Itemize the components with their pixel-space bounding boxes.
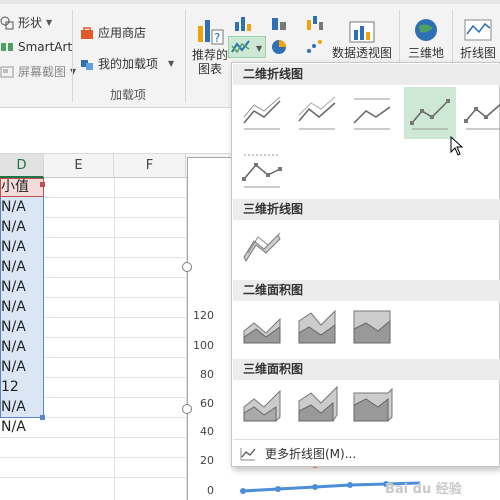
shapes-icon: [0, 16, 14, 29]
column-header-f[interactable]: F: [114, 154, 186, 178]
column-header-d[interactable]: D: [0, 154, 44, 178]
app-store-button[interactable]: 应用商店: [80, 24, 146, 41]
watermark: Bai du 经验: [385, 482, 462, 497]
waterfall-chart-icon[interactable]: [305, 14, 325, 32]
pivot-chart-button[interactable]: 数据透视图: [330, 18, 394, 60]
grid-line: [114, 178, 115, 500]
ribbon-top-strip: [0, 0, 500, 4]
table-cell[interactable]: N/A: [0, 398, 43, 417]
table-cell[interactable]: N/A: [0, 318, 43, 337]
table-cell[interactable]: N/A: [0, 238, 43, 257]
screenshot-label: 屏幕截图: [18, 65, 67, 79]
threed-map-button[interactable]: 三维地: [404, 16, 448, 60]
shapes-button[interactable]: 形状 ▼: [0, 14, 52, 31]
stacked-line-option[interactable]: [295, 93, 339, 133]
cell-d-header[interactable]: 小值: [0, 178, 43, 197]
sparkline-line-label: 折线图: [459, 46, 496, 60]
sparkline-icon: [464, 19, 492, 41]
stacked-line-markers-option[interactable]: [462, 93, 500, 133]
shapes-label: 形状: [18, 16, 43, 30]
addins-icon: [81, 59, 93, 70]
section-3d-line: 三维折线图: [233, 199, 500, 220]
recommended-charts-button[interactable]: ? 推荐的图表: [190, 12, 230, 76]
store-icon: [81, 26, 93, 39]
smartart-icon: [1, 43, 13, 51]
ribbon-separator: [72, 10, 73, 102]
chevron-down-icon: ▼: [256, 44, 263, 53]
3d-percent-area-option[interactable]: [350, 385, 394, 425]
line-chart-gallery: 二维折线图 三维折线图 二维面积图 三维面积图 更多折线图(M)...: [231, 62, 500, 467]
map-icon: [415, 19, 437, 41]
threed-map-label: 三维地: [407, 46, 444, 60]
chart-data-point: [312, 484, 318, 490]
percent-line-markers-option[interactable]: [240, 151, 284, 191]
chart-resize-handle[interactable]: [182, 262, 192, 272]
chevron-down-icon: ▼: [168, 59, 175, 68]
percent-stacked-area-option[interactable]: [350, 307, 394, 347]
line-chart-option[interactable]: [240, 93, 284, 133]
table-cell[interactable]: 12: [0, 378, 43, 397]
sparkline-line-button[interactable]: 折线图: [456, 16, 500, 60]
table-cell[interactable]: N/A: [0, 338, 43, 357]
3d-stacked-area-option[interactable]: [295, 385, 339, 425]
3d-area-option[interactable]: [240, 385, 284, 425]
section-2d-line: 二维折线图: [233, 64, 500, 85]
scatter-chart-icon[interactable]: [305, 38, 325, 56]
percent-stacked-line-option[interactable]: [350, 93, 394, 133]
app-store-label: 应用商店: [98, 26, 147, 40]
3d-line-option[interactable]: [240, 227, 284, 267]
column-chart-icon[interactable]: [233, 14, 253, 32]
chart-data-point: [275, 486, 281, 492]
chevron-down-icon: ▼: [70, 67, 77, 76]
more-charts-icon: [240, 447, 256, 460]
my-addins-label: 我的加载项: [98, 57, 159, 71]
chart-data-point: [240, 488, 246, 494]
table-cell[interactable]: N/A: [0, 258, 43, 277]
table-cell[interactable]: N/A: [0, 218, 43, 237]
smartart-label: SmartArt: [18, 40, 73, 54]
smartart-button[interactable]: SmartArt: [0, 40, 72, 54]
section-3d-area: 三维面积图: [233, 359, 500, 380]
column-header-e[interactable]: E: [44, 154, 114, 178]
table-cell[interactable]: N/A: [0, 358, 43, 377]
section-2d-area: 二维面积图: [233, 280, 500, 301]
more-line-charts-label: 更多折线图(M)...: [265, 447, 357, 461]
table-cell[interactable]: N/A: [0, 198, 43, 217]
chevron-down-icon: ▼: [46, 18, 53, 27]
recommended-charts-icon: ?: [198, 20, 224, 45]
my-addins-button[interactable]: 我的加载项 ▼: [80, 55, 174, 72]
hierarchy-chart-icon[interactable]: [270, 14, 290, 32]
table-cell[interactable]: N/A: [0, 418, 43, 437]
line-with-markers-option[interactable]: [408, 93, 452, 133]
stacked-area-option[interactable]: [295, 307, 339, 347]
recommended-charts-label: 推荐的图表: [192, 48, 229, 76]
chart-data-point: [347, 482, 353, 488]
chart-resize-handle[interactable]: [182, 404, 192, 414]
screenshot-icon: [0, 66, 14, 77]
area-chart-option[interactable]: [240, 307, 284, 347]
pivot-chart-icon: [349, 21, 375, 43]
addins-group-label: 加载项: [110, 88, 147, 102]
table-cell[interactable]: N/A: [0, 278, 43, 297]
pie-chart-icon[interactable]: [270, 38, 290, 56]
more-line-charts-button[interactable]: 更多折线图(M)...: [233, 439, 500, 467]
svg-text:?: ?: [214, 31, 220, 45]
line-chart-icon[interactable]: [231, 38, 251, 56]
cursor-icon: [450, 136, 464, 156]
table-cell[interactable]: N/A: [0, 298, 43, 317]
pivot-chart-label: 数据透视图: [331, 46, 392, 60]
screenshot-button[interactable]: 屏幕截图 ▼: [0, 63, 76, 80]
ribbon-separator: [185, 10, 186, 102]
